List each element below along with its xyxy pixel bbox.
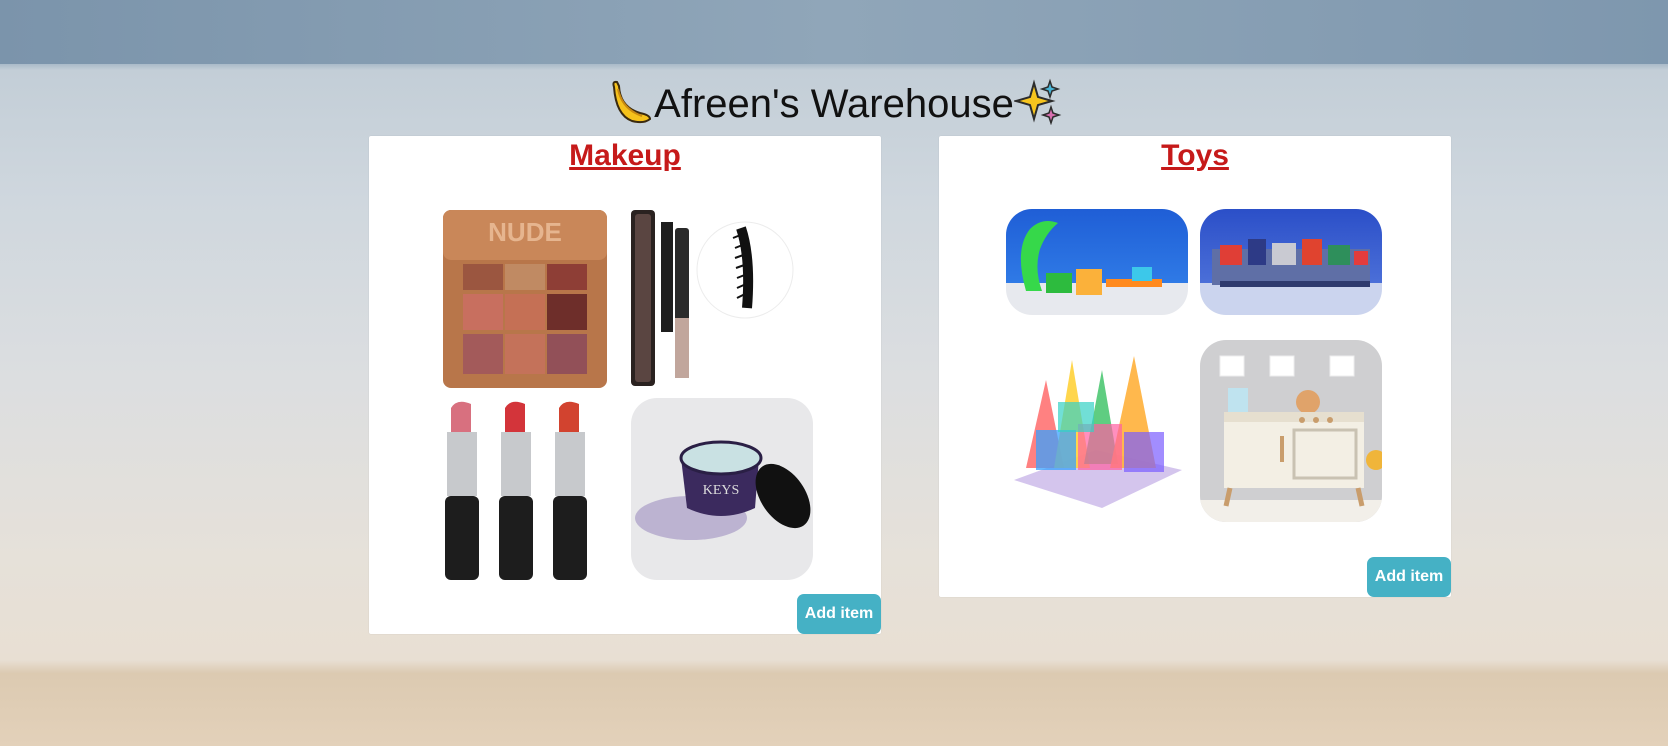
jar-label: KEYS — [703, 483, 740, 498]
sparkles-icon — [1013, 77, 1062, 125]
page-title-text: Afreen's Warehouse — [654, 82, 1014, 126]
palette-label: NUDE — [488, 217, 562, 247]
toys-card: Toys Add item — [939, 136, 1451, 597]
toys-add-item-button[interactable]: Add item — [1367, 557, 1451, 597]
toys-heading[interactable]: Toys — [939, 136, 1451, 176]
bottom-band — [0, 673, 1668, 746]
makeup-heading[interactable]: Makeup — [369, 136, 881, 176]
play-kitchen-image — [1200, 340, 1382, 522]
lipsticks-image — [437, 398, 613, 582]
page-title: Afreen's Warehouse — [0, 76, 1668, 132]
race-track-toy-image — [1006, 209, 1188, 315]
top-bar — [0, 0, 1668, 64]
eyeshadow-palette-image: NUDE — [437, 208, 613, 390]
mascara-image — [623, 208, 803, 390]
banana-icon — [606, 77, 654, 125]
playset-toy-image — [1200, 209, 1382, 315]
makeup-add-item-button[interactable]: Add item — [797, 594, 881, 634]
magnetic-tiles-image — [1006, 340, 1188, 522]
cream-jar-image: KEYS — [631, 398, 813, 580]
makeup-card: Makeup NUDE KEYS Add item — [369, 136, 881, 634]
